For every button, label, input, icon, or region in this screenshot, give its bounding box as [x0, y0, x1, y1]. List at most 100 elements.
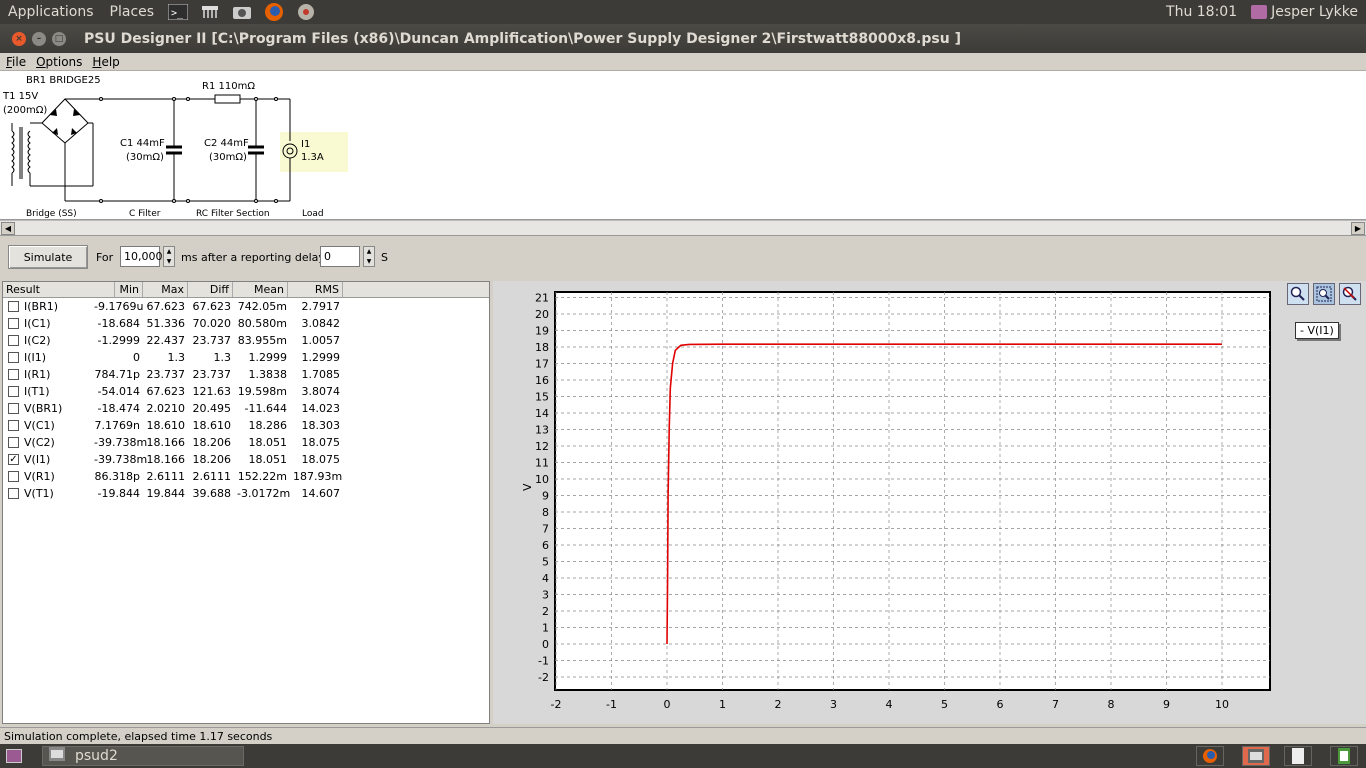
results-rows: I(BR1) -9.1769u 67.623 67.623 742.05m 2.7917 I…	[3, 298, 489, 502]
result-checkbox[interactable]	[8, 301, 19, 312]
y-tick-label: 1	[542, 622, 549, 635]
diff-cell: 18.206	[192, 436, 232, 449]
table-row[interactable]: I(I1) 0 1.3 1.3 1.2999 1.2999	[3, 349, 489, 366]
x-tick-label: 1	[719, 698, 726, 711]
result-checkbox[interactable]	[8, 437, 19, 448]
y-tick-label: 7	[542, 523, 549, 536]
camera-icon[interactable]	[231, 3, 253, 21]
zoom-fit-icon[interactable]	[1313, 283, 1335, 305]
max-cell: 2.6111	[146, 470, 186, 483]
settings-icon[interactable]	[295, 3, 317, 21]
x-tick-label: -2	[551, 698, 562, 711]
y-tick-label: -2	[538, 671, 549, 684]
col-rms[interactable]: RMS	[288, 282, 343, 297]
col-max[interactable]: Max	[143, 282, 188, 297]
simulation-toolbar: Simulate For 10,000 ▲ ▼ ms after a report…	[0, 237, 1366, 279]
applications-menu[interactable]: Applications	[0, 4, 102, 20]
task-psud2[interactable]: psud2	[42, 746, 244, 766]
show-desktop-icon[interactable]	[6, 749, 22, 763]
table-row[interactable]: I(BR1) -9.1769u 67.623 67.623 742.05m 2.7917	[3, 298, 489, 315]
rms-cell: 14.023	[301, 402, 341, 415]
user-icon	[1251, 5, 1268, 19]
result-checkbox[interactable]	[8, 420, 19, 431]
spin-down-icon[interactable]: ▼	[167, 258, 172, 265]
simulate-button[interactable]: Simulate	[8, 245, 88, 269]
schematic-canvas[interactable]: T1 15V (200mΩ) BR1 BRIDGE25 R1 110mΩ C1 …	[0, 71, 1366, 220]
zoom-out-icon[interactable]	[1339, 283, 1361, 305]
duration-spinner[interactable]: ▲ ▼	[163, 246, 175, 267]
spin-up-icon[interactable]: ▲	[367, 248, 372, 255]
menu-options[interactable]: Options	[32, 55, 86, 69]
rms-cell: 1.2999	[301, 351, 341, 364]
psud2-tray-icon[interactable]	[1242, 746, 1270, 766]
col-min[interactable]: Min	[115, 282, 143, 297]
result-checkbox[interactable]	[8, 352, 19, 363]
table-row[interactable]: V(C1) 7.1769n 18.610 18.610 18.286 18.303	[3, 417, 489, 434]
minimize-icon[interactable]: –	[32, 31, 46, 46]
col-result[interactable]: Result	[3, 282, 115, 297]
result-checkbox[interactable]	[8, 335, 19, 346]
result-checkbox[interactable]	[8, 488, 19, 499]
duration-input[interactable]: 10,000	[120, 246, 163, 267]
schematic-scrollbar[interactable]: ◀ ▶	[0, 220, 1366, 236]
places-menu[interactable]: Places	[102, 4, 163, 20]
result-checkbox[interactable]	[8, 369, 19, 380]
table-row[interactable]: I(C2) -1.2999 22.437 23.737 83.955m 1.0057	[3, 332, 489, 349]
y-tick-label: 13	[535, 424, 549, 437]
table-row[interactable]: I(R1) 784.71p 23.737 23.737 1.3838 1.7085	[3, 366, 489, 383]
result-name: V(T1)	[24, 487, 54, 500]
result-checkbox[interactable]	[8, 403, 19, 414]
max-cell: 1.3	[167, 351, 186, 364]
table-row[interactable]: I(T1) -54.014 67.623 121.63 19.598m 3.8074	[3, 383, 489, 400]
result-name: I(C1)	[24, 317, 51, 330]
close-icon[interactable]: ×	[12, 31, 26, 46]
result-checkbox[interactable]: ✓	[8, 454, 19, 465]
col-mean[interactable]: Mean	[233, 282, 288, 297]
result-checkbox[interactable]	[8, 318, 19, 329]
clock[interactable]: Thu 18:01	[1166, 4, 1237, 20]
col-diff[interactable]: Diff	[188, 282, 233, 297]
table-row[interactable]: V(T1) -19.844 19.844 39.688 -3.0172m 14.607	[3, 485, 489, 502]
table-row[interactable]: I(C1) -18.684 51.336 70.020 80.580m 3.0842	[3, 315, 489, 332]
chart-legend[interactable]: - V(I1)	[1295, 322, 1339, 339]
scroll-right-icon[interactable]: ▶	[1351, 222, 1365, 235]
y-tick-label: 12	[535, 440, 549, 453]
min-cell: -39.738m	[94, 453, 148, 466]
i1-label: I1	[301, 139, 311, 150]
user-menu[interactable]: Jesper Lykke	[1251, 4, 1358, 20]
firefox-tray-icon[interactable]	[1196, 746, 1224, 766]
voltage-chart[interactable]: -2 -1 0 1 2 3 4 5 6 7 8 9 10-2-101234567891011121314…	[493, 281, 1366, 724]
result-name-cell: I(C2)	[3, 334, 91, 347]
table-row[interactable]: V(BR1) -18.474 2.0210 20.495 -11.644 14.023	[3, 400, 489, 417]
section-load[interactable]: Load	[302, 209, 324, 219]
menu-file[interactable]: File	[2, 55, 30, 69]
maximize-icon[interactable]: □	[52, 31, 66, 46]
result-checkbox[interactable]	[8, 386, 19, 397]
table-row[interactable]: ✓ V(I1) -39.738m 18.166 18.206 18.051 18.075	[3, 451, 489, 468]
delay-input[interactable]: 0	[320, 246, 360, 267]
mean-cell: 1.2999	[248, 351, 288, 364]
document-tray-icon[interactable]	[1284, 746, 1312, 766]
spreadsheet-tray-icon[interactable]	[1330, 746, 1358, 766]
table-row[interactable]: V(C2) -39.738m 18.166 18.206 18.051 18.075	[3, 434, 489, 451]
rms-cell: 3.0842	[301, 317, 341, 330]
scroll-left-icon[interactable]: ◀	[1, 222, 15, 235]
diff-cell: 67.623	[192, 300, 232, 313]
section-bridge[interactable]: Bridge (SS)	[26, 209, 77, 219]
table-row[interactable]: V(R1) 86.318p 2.6111 2.6111 152.22m 187.93m	[3, 468, 489, 485]
zoom-in-icon[interactable]	[1287, 283, 1309, 305]
diff-cell: 70.020	[192, 317, 232, 330]
max-cell: 67.623	[146, 385, 186, 398]
firefox-icon[interactable]	[263, 3, 285, 21]
mean-cell: 152.22m	[237, 470, 287, 483]
delay-spinner[interactable]: ▲ ▼	[363, 246, 375, 267]
section-c-filter[interactable]: C Filter	[129, 209, 160, 219]
spin-down-icon[interactable]: ▼	[367, 258, 372, 265]
section-rc-filter[interactable]: RC Filter Section	[196, 209, 270, 219]
menu-help[interactable]: Help	[88, 55, 123, 69]
max-cell: 51.336	[146, 317, 186, 330]
spin-up-icon[interactable]: ▲	[167, 248, 172, 255]
result-checkbox[interactable]	[8, 471, 19, 482]
terminal-icon[interactable]: >_	[167, 3, 189, 21]
network-icon[interactable]	[199, 3, 221, 21]
